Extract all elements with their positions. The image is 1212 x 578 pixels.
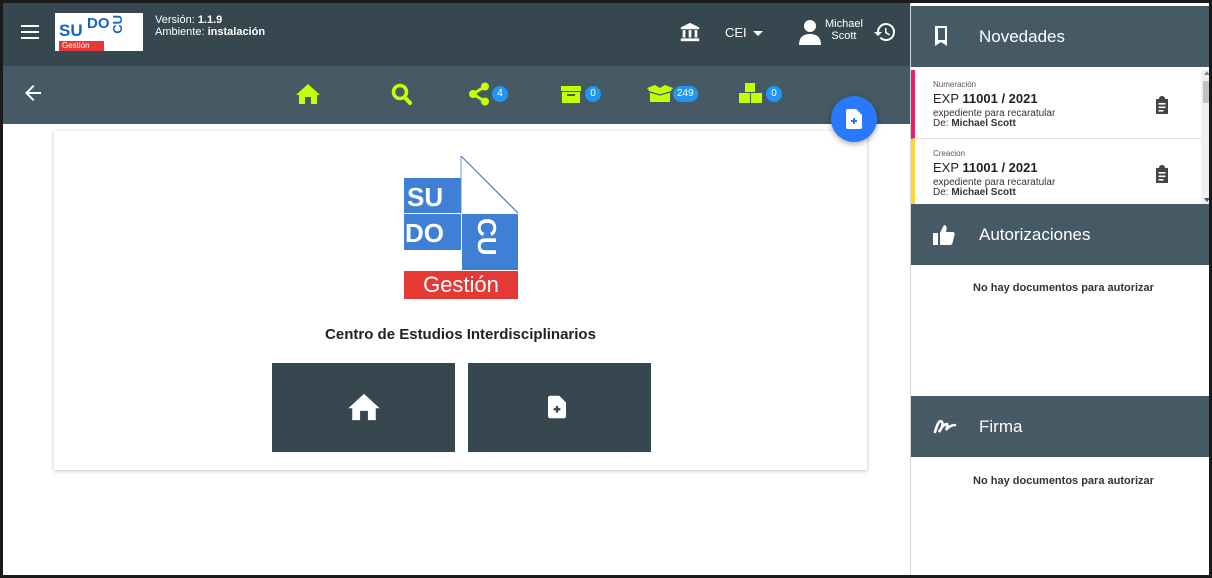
sudocu-gestion-logo: SU DO CU Gestión xyxy=(404,156,518,299)
org-selector-value: CEI xyxy=(725,25,747,40)
novedades-header: Novedades xyxy=(911,6,1209,67)
org-selector-dropdown[interactable]: CEI xyxy=(725,25,763,40)
signature-icon xyxy=(933,419,957,434)
firma-header: Firma xyxy=(911,396,1209,457)
logo-cu-text: CU xyxy=(110,15,125,34)
app-logo: SU DO CU Gestión xyxy=(55,13,143,51)
shared-button[interactable]: 4 xyxy=(468,82,512,106)
version-info: Versión: 1.1.9 Ambiente: instalación xyxy=(155,14,265,38)
app-window: SU DO CU Gestión Versión: 1.1.9 Ambiente… xyxy=(0,0,1212,578)
from-name: Michael Scott xyxy=(951,118,1016,129)
top-app-bar: SU DO CU Gestión Versión: 1.1.9 Ambiente… xyxy=(3,3,910,66)
main-card: SU DO CU Gestión Centro de Estudios Inte… xyxy=(54,131,867,470)
autorizaciones-empty-message: No hay documentos para autorizar xyxy=(973,282,1154,294)
svg-text:CU: CU xyxy=(472,218,502,256)
pending-button[interactable]: 0 xyxy=(738,82,786,106)
exp-number: 11001 / 2021 xyxy=(962,91,1038,106)
user-first-name: Michael xyxy=(825,18,863,30)
inbox-count-badge: 249 xyxy=(673,86,698,102)
shared-count-badge: 4 xyxy=(492,86,508,102)
institution-icon[interactable] xyxy=(679,21,701,43)
home-icon xyxy=(348,393,380,421)
search-icon[interactable] xyxy=(391,82,413,106)
svg-text:Gestión: Gestión xyxy=(423,272,499,297)
organization-name: Centro de Estudios Interdisciplinarios xyxy=(325,326,596,343)
logo-gestion-text: Gestión xyxy=(59,41,104,51)
bookmark-icon xyxy=(935,26,947,46)
scroll-up-arrow-icon[interactable] xyxy=(1204,71,1209,75)
novedades-list: Numeración EXP 11001 / 2021 expediente p… xyxy=(911,70,1201,204)
logo-do-text: DO xyxy=(87,15,110,32)
firma-empty-message: No hay documentos para autorizar xyxy=(973,475,1154,487)
scrollbar-thumb[interactable] xyxy=(1203,81,1209,103)
chevron-down-icon xyxy=(752,31,763,37)
file-plus-icon xyxy=(548,395,566,419)
clipboard-icon[interactable] xyxy=(1155,96,1169,114)
environment-label: Ambiente: xyxy=(155,26,205,38)
autorizaciones-title: Autorizaciones xyxy=(979,225,1091,244)
archive-count-badge: 0 xyxy=(585,86,601,102)
inbox-button[interactable]: 249 xyxy=(646,82,704,106)
novedad-item[interactable]: Numeración EXP 11001 / 2021 expediente p… xyxy=(911,70,1201,139)
clipboard-icon[interactable] xyxy=(1155,165,1169,183)
novedad-from: De: Michael Scott xyxy=(933,119,1201,129)
novedades-title: Novedades xyxy=(979,27,1066,46)
novedad-from: De: Michael Scott xyxy=(933,188,1201,198)
novedad-type: Creacion xyxy=(933,149,966,158)
home-button[interactable] xyxy=(272,363,455,452)
logo-su-text: SU xyxy=(59,21,83,40)
menu-icon[interactable] xyxy=(19,21,41,43)
exp-prefix: EXP xyxy=(933,160,959,175)
novedad-type: Numeración xyxy=(933,80,977,89)
from-label: De: xyxy=(933,187,949,198)
from-label: De: xyxy=(933,118,949,129)
novedad-item[interactable]: Creacion EXP 11001 / 2021 expediente par… xyxy=(911,139,1201,204)
user-name[interactable]: Michael Scott xyxy=(825,18,863,42)
version-value: 1.1.9 xyxy=(197,14,223,26)
version-label: Versión: xyxy=(155,14,195,26)
pending-count-badge: 0 xyxy=(766,86,782,102)
exp-number: 11001 / 2021 xyxy=(962,160,1038,175)
archive-box-icon xyxy=(561,86,581,103)
open-box-icon xyxy=(647,85,673,102)
user-avatar-icon[interactable] xyxy=(799,19,821,45)
share-icon xyxy=(469,82,489,106)
right-panel: Novedades Numeración EXP 11001 / 2021 ex… xyxy=(910,3,1209,575)
environment-value: instalación xyxy=(207,26,266,38)
scroll-down-arrow-icon[interactable] xyxy=(1204,198,1209,202)
archive-button[interactable]: 0 xyxy=(560,82,604,106)
svg-text:DO: DO xyxy=(405,218,444,248)
toolbar: 4 0 249 0 xyxy=(3,66,910,124)
firma-title: Firma xyxy=(979,417,1023,436)
home-icon[interactable] xyxy=(295,82,321,106)
autorizaciones-header: Autorizaciones xyxy=(911,204,1209,265)
svg-text:SU: SU xyxy=(407,182,443,212)
new-document-button[interactable] xyxy=(468,363,651,452)
back-arrow-icon[interactable] xyxy=(23,83,43,103)
boxes-icon xyxy=(739,83,762,103)
thumbs-up-icon xyxy=(933,225,955,245)
history-icon[interactable] xyxy=(873,20,897,44)
from-name: Michael Scott xyxy=(951,187,1016,198)
new-document-fab[interactable] xyxy=(831,96,877,142)
exp-prefix: EXP xyxy=(933,91,959,106)
file-plus-icon xyxy=(846,109,862,129)
user-last-name: Scott xyxy=(831,30,857,42)
